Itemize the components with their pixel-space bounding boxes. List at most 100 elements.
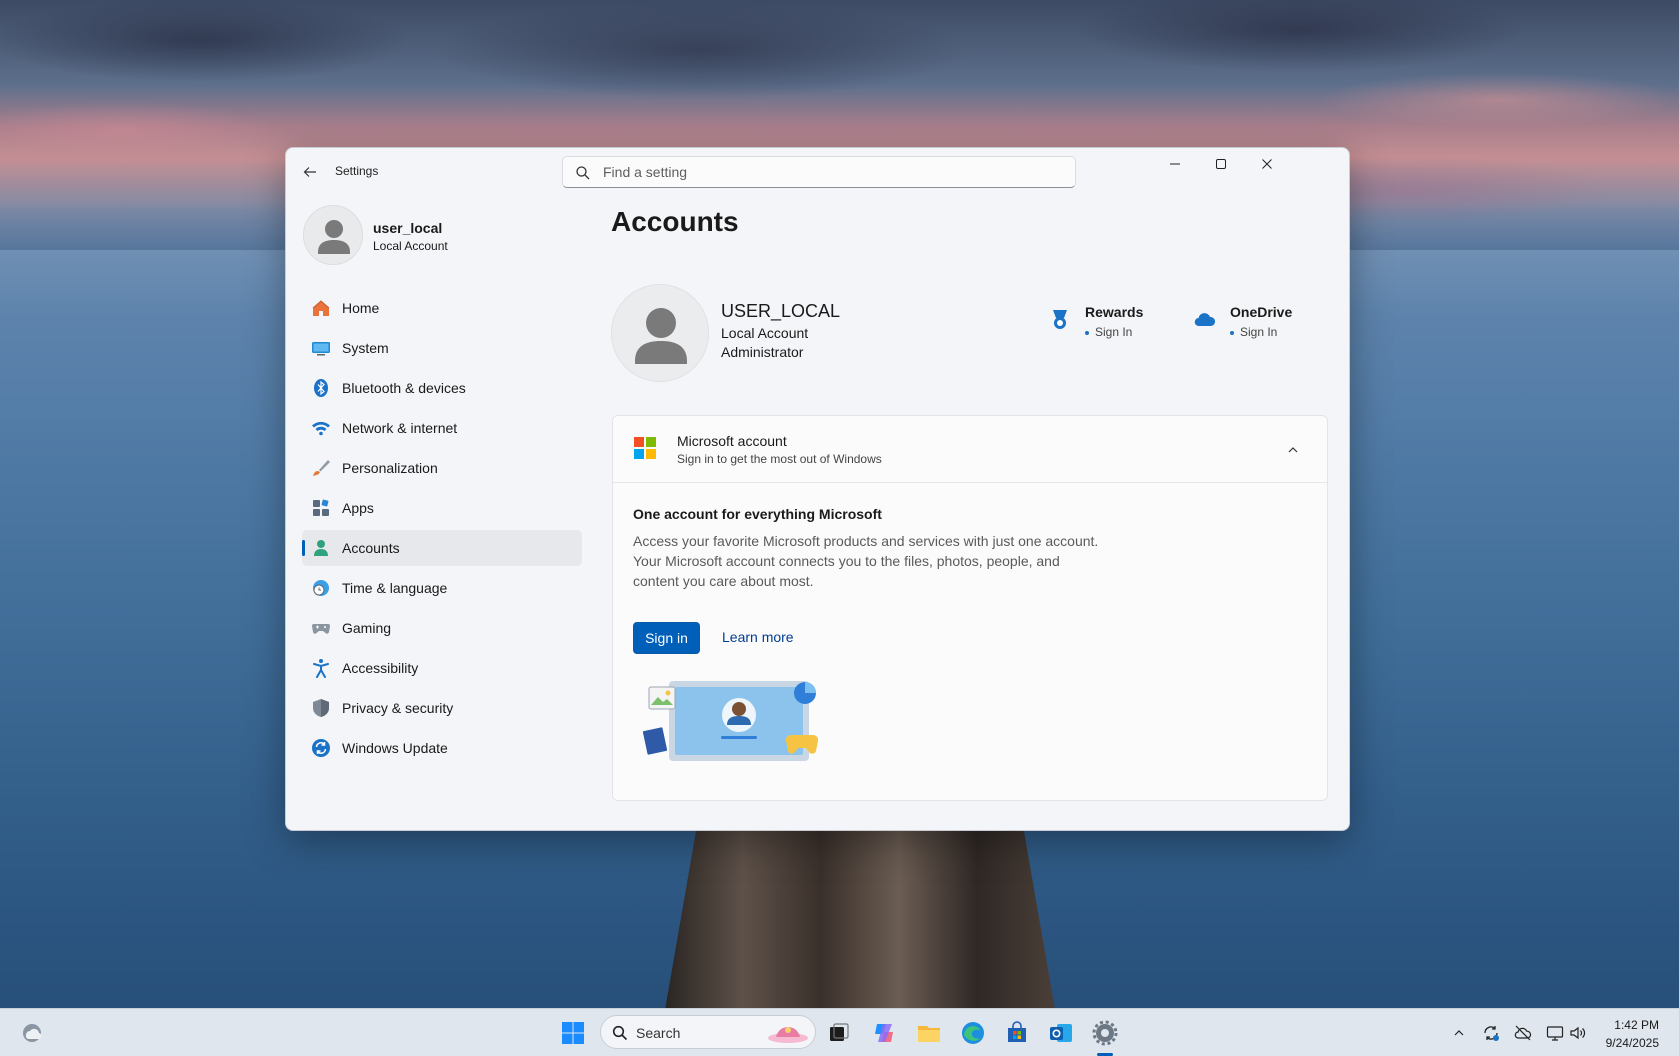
back-button[interactable] <box>298 160 322 184</box>
card-title: Microsoft account <box>677 433 787 449</box>
home-icon <box>312 300 330 316</box>
close-button[interactable] <box>1244 148 1290 180</box>
folder-icon <box>918 1026 940 1042</box>
file-explorer-button[interactable] <box>913 1017 945 1049</box>
settings-taskbar-button[interactable] <box>1089 1017 1121 1049</box>
onedrive-service[interactable]: OneDrive Sign In <box>1193 304 1303 344</box>
learn-more-link[interactable]: Learn more <box>722 629 794 645</box>
network-icon <box>1546 1026 1564 1041</box>
sidebar-item-time-language[interactable]: Time & language <box>302 570 582 606</box>
rewards-service[interactable]: Rewards Sign In <box>1048 304 1158 344</box>
apps-icon <box>313 499 329 516</box>
sidebar-item-windows-update[interactable]: Windows Update <box>302 730 582 766</box>
title-bar: Settings <box>286 148 1349 196</box>
avatar[interactable] <box>303 205 363 265</box>
search-input[interactable] <box>603 157 1063 187</box>
widgets-button[interactable] <box>16 1017 48 1049</box>
brush-icon <box>313 460 330 476</box>
store-icon <box>1008 1021 1026 1042</box>
search-icon <box>612 1025 628 1041</box>
sidebar-item-label: Bluetooth & devices <box>342 380 466 396</box>
taskbar: Search 1:42 PM 9/24/2025 <box>0 1008 1679 1056</box>
sidebar-item-home[interactable]: Home <box>302 290 582 326</box>
sidebar-item-label: Apps <box>342 500 374 516</box>
copilot-button[interactable] <box>869 1017 901 1049</box>
sidebar-item-system[interactable]: System <box>302 330 582 366</box>
taskbar-search[interactable]: Search <box>600 1015 816 1049</box>
accounts-icon <box>314 540 328 556</box>
sidebar-nav: Home System Bluetooth & devices Network … <box>302 290 582 770</box>
search-icon <box>576 166 590 180</box>
wallpaper-pier <box>665 830 1055 1010</box>
service-title: Rewards <box>1085 304 1144 320</box>
account-user-name: USER_LOCAL <box>721 301 841 321</box>
taskbar-search-label: Search <box>636 1025 681 1041</box>
system-icon <box>312 342 330 356</box>
sidebar-item-gaming[interactable]: Gaming <box>302 610 582 646</box>
section-title: One account for everything Microsoft <box>633 506 882 522</box>
profile-name: user_local <box>373 220 443 236</box>
task-view-icon <box>830 1023 849 1041</box>
sign-in-button[interactable]: Sign in <box>633 622 700 654</box>
sidebar-item-privacy[interactable]: Privacy & security <box>302 690 582 726</box>
sidebar-item-accounts[interactable]: Accounts <box>302 530 582 566</box>
app-title: Settings <box>335 164 379 178</box>
edge-icon <box>962 1022 984 1044</box>
status-dot <box>1230 330 1234 335</box>
settings-window: Settings user_local Local Account Home S… <box>285 147 1350 831</box>
gear-icon <box>1092 1020 1118 1046</box>
update-icon <box>312 739 330 757</box>
sync-icon <box>1484 1026 1499 1041</box>
volume-tray-button[interactable] <box>1568 1023 1588 1043</box>
taskbar-clock-date[interactable]: 9/24/2025 <box>1606 1036 1659 1050</box>
chevron-up-icon <box>1288 447 1298 453</box>
taskbar-clock-time[interactable]: 1:42 PM <box>1614 1018 1659 1032</box>
sidebar-item-label: Home <box>342 300 380 316</box>
service-title: OneDrive <box>1230 304 1293 320</box>
card-header[interactable]: Microsoft account Sign in to get the mos… <box>613 416 1327 483</box>
minimize-icon <box>1170 163 1180 165</box>
minimize-button[interactable] <box>1152 148 1198 180</box>
settings-search[interactable] <box>562 156 1076 188</box>
sidebar-item-label: Accessibility <box>342 660 419 676</box>
store-button[interactable] <box>1001 1017 1033 1049</box>
close-icon <box>1262 159 1272 169</box>
microsoft-logo-icon <box>634 437 656 459</box>
user-icon <box>318 220 350 254</box>
account-role: Administrator <box>721 344 804 360</box>
sync-tray-button[interactable] <box>1481 1023 1501 1043</box>
service-status: Sign In <box>1085 325 1132 339</box>
wifi-icon <box>312 421 330 436</box>
sidebar-item-bluetooth[interactable]: Bluetooth & devices <box>302 370 582 406</box>
copilot-icon <box>875 1024 893 1042</box>
section-body: Access your favorite Microsoft products … <box>633 533 1099 589</box>
outlook-button[interactable] <box>1045 1017 1077 1049</box>
start-button[interactable] <box>557 1017 589 1049</box>
search-highlight-icon <box>768 1027 808 1043</box>
onedrive-tray-button[interactable] <box>1513 1023 1533 1043</box>
maximize-icon <box>1216 159 1226 169</box>
sidebar-item-accessibility[interactable]: Accessibility <box>302 650 582 686</box>
task-view-button[interactable] <box>823 1017 855 1049</box>
show-hidden-icons-button[interactable] <box>1449 1023 1469 1043</box>
outlook-icon <box>1050 1024 1072 1042</box>
network-tray-button[interactable] <box>1545 1023 1565 1043</box>
service-status-text: Sign In <box>1240 325 1278 339</box>
collapse-button[interactable] <box>1279 436 1307 464</box>
clock-globe-icon <box>313 580 329 596</box>
sidebar-item-personalization[interactable]: Personalization <box>302 450 582 486</box>
card-subtitle: Sign in to get the most out of Windows <box>677 452 882 466</box>
sidebar-item-network[interactable]: Network & internet <box>302 410 582 446</box>
sidebar-item-label: Windows Update <box>342 740 448 756</box>
account-avatar[interactable] <box>611 284 709 382</box>
edge-button[interactable] <box>957 1017 989 1049</box>
maximize-button[interactable] <box>1198 148 1244 180</box>
shield-icon <box>313 699 329 717</box>
account-type: Local Account <box>721 325 809 341</box>
service-status: Sign In <box>1230 325 1277 339</box>
profile-account-type: Local Account <box>373 239 448 253</box>
sidebar-item-label: System <box>342 340 389 356</box>
microsoft-account-card: Microsoft account Sign in to get the mos… <box>612 415 1328 801</box>
sidebar-item-apps[interactable]: Apps <box>302 490 582 526</box>
onedrive-icon <box>1194 313 1216 327</box>
